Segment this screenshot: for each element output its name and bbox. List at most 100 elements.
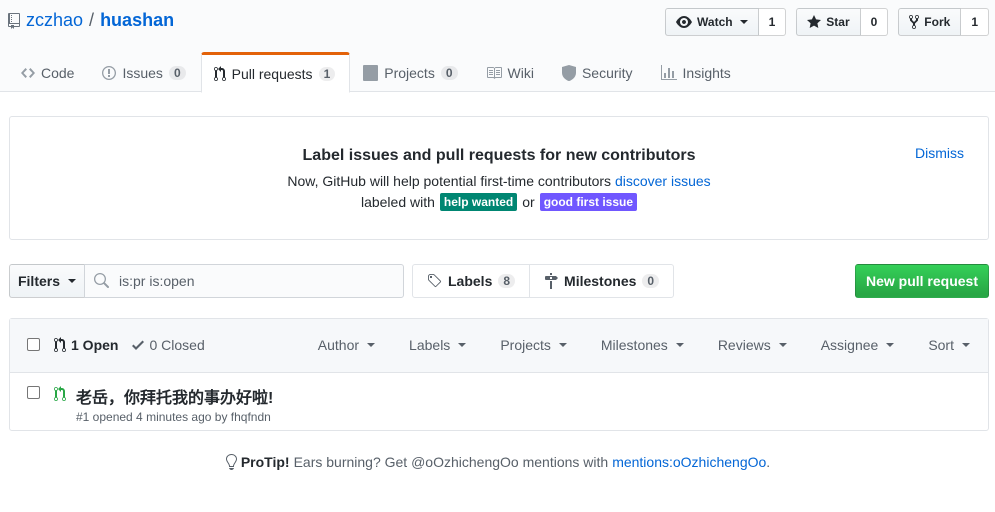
code-icon (21, 68, 35, 78)
labels-filter-label: Labels (409, 337, 451, 353)
repo-separator: / (89, 10, 95, 30)
filters-button[interactable]: Filters (9, 264, 85, 298)
issues-counter: 0 (168, 66, 186, 80)
watch-button[interactable]: Watch (665, 8, 759, 36)
tab-projects[interactable]: Projects 0 (350, 52, 472, 92)
labels-link-label: Labels (448, 273, 493, 289)
tab-pull-requests-label: Pull requests (231, 65, 313, 82)
listing-header: 1 Open 0 Closed Author Labels Projects M… (10, 319, 988, 373)
repo-header: zczhao / huashan Watch 1 Star 0 Fork 1 C… (0, 0, 995, 93)
help-wanted-label[interactable]: help wanted (439, 193, 518, 211)
select-all-checkbox[interactable] (27, 338, 40, 351)
tab-security[interactable]: Security (549, 52, 648, 92)
assignee-filter-label: Assignee (820, 337, 879, 353)
tag-icon (428, 274, 442, 288)
contributor-labels-banner: Label issues and pull requests for new c… (9, 116, 989, 240)
chevron-down-icon (458, 343, 467, 347)
shield-icon (561, 65, 576, 81)
star-button[interactable]: Star (796, 8, 861, 36)
labels-counter: 8 (498, 274, 516, 288)
filters-label: Filters (17, 273, 60, 289)
git-pull-request-icon (54, 337, 66, 352)
open-state-link[interactable]: 1 Open (54, 337, 118, 353)
check-icon (132, 340, 145, 350)
author-filter-label: Author (317, 337, 360, 353)
tab-pull-requests[interactable]: Pull requests 1 (200, 52, 351, 93)
discover-issues-link[interactable]: discover issues (615, 173, 711, 189)
watch-count[interactable]: 1 (758, 8, 787, 36)
protip: ProTip! Ears burning? Get @oOzhichengOo … (0, 454, 995, 470)
row-checkbox[interactable] (27, 386, 40, 399)
graph-icon (660, 65, 677, 80)
pull-request-title-link[interactable]: 老岳，你拜托我的事办好啦! (76, 384, 273, 408)
tab-issues-label: Issues (122, 65, 163, 81)
repo-owner-link[interactable]: zczhao (26, 10, 83, 31)
banner-or-text: or (522, 194, 535, 210)
closed-state-link[interactable]: 0 Closed (132, 337, 205, 353)
mentions-link[interactable]: mentions:oOzhichengOo (612, 454, 766, 470)
star-icon (807, 15, 822, 28)
tab-wiki[interactable]: Wiki (473, 52, 549, 92)
reviews-filter-label: Reviews (717, 337, 771, 353)
milestones-filter[interactable]: Milestones (601, 337, 684, 353)
projects-filter-label: Projects (500, 337, 551, 353)
banner-title: Label issues and pull requests for new c… (302, 147, 696, 164)
reviews-filter[interactable]: Reviews (718, 337, 787, 353)
tab-issues[interactable]: Issues 0 (89, 52, 200, 92)
protip-text: Ears burning? Get @oOzhichengOo mentions… (293, 454, 609, 470)
banner-line-1-text: Now, GitHub will help potential first-ti… (287, 173, 612, 189)
star-group: Star 0 (796, 8, 889, 36)
good-first-issue-label[interactable]: good first issue (539, 193, 638, 211)
labels-link[interactable]: Labels 8 (413, 265, 529, 297)
banner-line-2-text: labeled with (360, 194, 435, 210)
pulls-counter: 1 (318, 66, 336, 81)
protip-suffix: . (766, 454, 771, 470)
git-pull-request-open-icon (54, 386, 66, 401)
book-icon (486, 67, 502, 79)
repo-name-link[interactable]: huashan (100, 10, 174, 31)
listing-filters: Author Labels Projects Milestones Review… (284, 337, 970, 353)
milestone-icon (545, 273, 559, 289)
tab-code[interactable]: Code (8, 52, 89, 92)
labels-filter[interactable]: Labels (409, 337, 467, 353)
chevron-down-icon (778, 343, 787, 347)
chevron-down-icon (675, 343, 684, 347)
watch-label: Watch (697, 15, 733, 29)
tab-code-label: Code (41, 65, 75, 81)
closed-state-label: 0 Closed (149, 337, 205, 353)
watch-group: Watch 1 (665, 8, 787, 36)
milestones-link-label: Milestones (564, 273, 637, 289)
fork-button[interactable]: Fork (898, 8, 962, 36)
fork-icon (909, 14, 920, 30)
tab-insights-label: Insights (682, 65, 731, 81)
milestones-counter: 0 (642, 274, 660, 288)
subnav-links: Labels 8 Milestones 0 (412, 264, 675, 298)
milestones-filter-label: Milestones (600, 337, 668, 353)
tab-projects-label: Projects (384, 65, 435, 81)
new-pull-request-button[interactable]: New pull request (855, 264, 989, 298)
dismiss-button[interactable]: Dismiss (915, 145, 964, 161)
state-toggles: 1 Open 0 Closed (54, 337, 205, 353)
pull-request-listing: 1 Open 0 Closed Author Labels Projects M… (9, 318, 989, 431)
tab-wiki-label: Wiki (507, 65, 534, 81)
milestones-link[interactable]: Milestones 0 (529, 265, 673, 297)
assignee-filter[interactable]: Assignee (821, 337, 895, 353)
eye-icon (676, 16, 693, 28)
search-input[interactable] (119, 273, 389, 289)
git-pull-request-icon (213, 65, 226, 81)
tab-insights[interactable]: Insights (648, 52, 746, 92)
sort-filter[interactable]: Sort (928, 337, 970, 353)
pull-request-meta: #1 opened 4 minutes ago by fhqfndn (76, 410, 271, 424)
star-label: Star (826, 15, 850, 29)
fork-count[interactable]: 1 (961, 8, 989, 36)
issue-icon (102, 66, 117, 80)
star-count[interactable]: 0 (860, 8, 889, 36)
tab-security-label: Security (581, 65, 633, 81)
author-filter[interactable]: Author (317, 337, 376, 353)
chevron-down-icon (962, 343, 970, 347)
projects-counter: 0 (440, 66, 458, 80)
projects-filter[interactable]: Projects (500, 337, 567, 353)
chevron-down-icon (739, 20, 748, 24)
repo-title: zczhao / huashan (8, 10, 174, 31)
banner-line-1: Now, GitHub will help potential first-ti… (10, 173, 988, 189)
